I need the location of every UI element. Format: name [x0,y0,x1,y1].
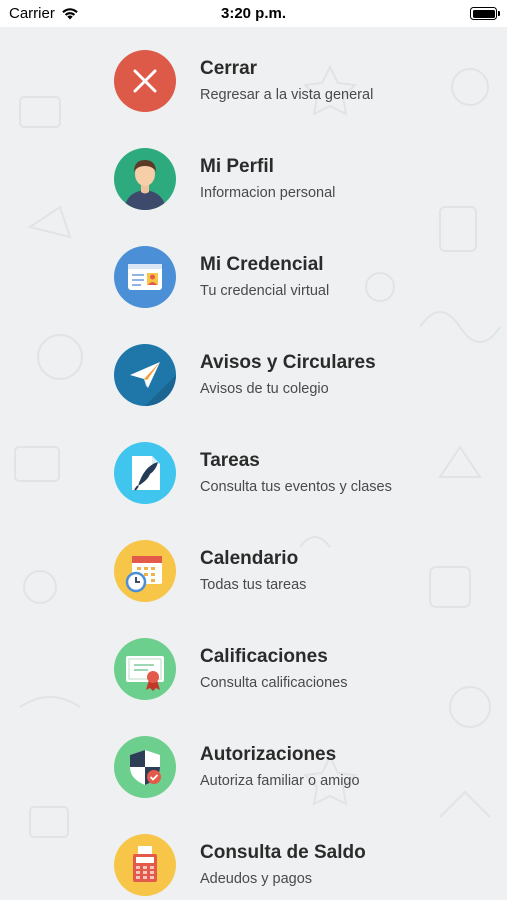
paper-plane-icon [114,344,176,406]
shield-check-icon [114,736,176,798]
menu-item-avisos-y-circulares[interactable]: Avisos y Circulares Avisos de tu colegio [0,329,507,421]
menu-item-subtitle: Autoriza familiar o amigo [200,773,360,789]
carrier-label: Carrier [9,5,55,22]
wifi-icon [62,8,78,20]
battery-icon [470,7,500,20]
menu-item-title: Mi Credencial [200,254,324,275]
menu-item-subtitle: Consulta tus eventos y clases [200,479,392,495]
menu-item-tareas[interactable]: Tareas Consulta tus eventos y clases [0,427,507,519]
close-icon [114,50,176,112]
menu-item-title: Autorizaciones [200,744,337,765]
menu-item-autorizaciones[interactable]: Autorizaciones Autoriza familiar o amigo [0,721,507,813]
menu-item-calificaciones[interactable]: Calificaciones Consulta calificaciones [0,623,507,715]
menu-item-mi-credencial[interactable]: Mi Credencial Tu credencial virtual [0,231,507,323]
status-bar: Carrier 3:20 p.m. [0,0,507,27]
menu-item-cerrar[interactable]: Cerrar Regresar a la vista general [0,35,507,127]
menu-item-subtitle: Informacion personal [200,185,336,201]
menu-item-subtitle: Adeudos y pagos [200,871,313,887]
certificate-icon [114,638,176,700]
menu-item-title: Tareas [200,450,260,471]
status-left: Carrier [9,5,79,22]
menu-item-title: Consulta de Saldo [200,842,366,863]
quill-document-icon [114,442,176,504]
menu-item-subtitle: Tu credencial virtual [200,283,330,299]
menu-item-mi-perfil[interactable]: Mi Perfil Informacion personal [0,133,507,225]
menu-item-subtitle: Consulta calificaciones [200,675,348,691]
cash-register-icon [114,834,176,896]
menu-item-title: Avisos y Circulares [200,352,376,373]
menu-item-calendario[interactable]: Calendario Todas tus tareas [0,525,507,617]
calendar-clock-icon [114,540,176,602]
user-avatar-icon [114,148,176,210]
menu-item-title: Mi Perfil [200,156,274,177]
menu-item-title: Cerrar [200,58,258,79]
menu-item-title: Calendario [200,548,299,569]
menu-item-consulta-de-saldo[interactable]: Consulta de Saldo Adeudos y pagos [0,819,507,900]
menu-item-subtitle: Avisos de tu colegio [200,381,329,397]
menu-item-subtitle: Regresar a la vista general [200,87,374,103]
menu-item-title: Calificaciones [200,646,328,667]
id-card-icon [114,246,176,308]
menu-item-subtitle: Todas tus tareas [200,577,307,593]
